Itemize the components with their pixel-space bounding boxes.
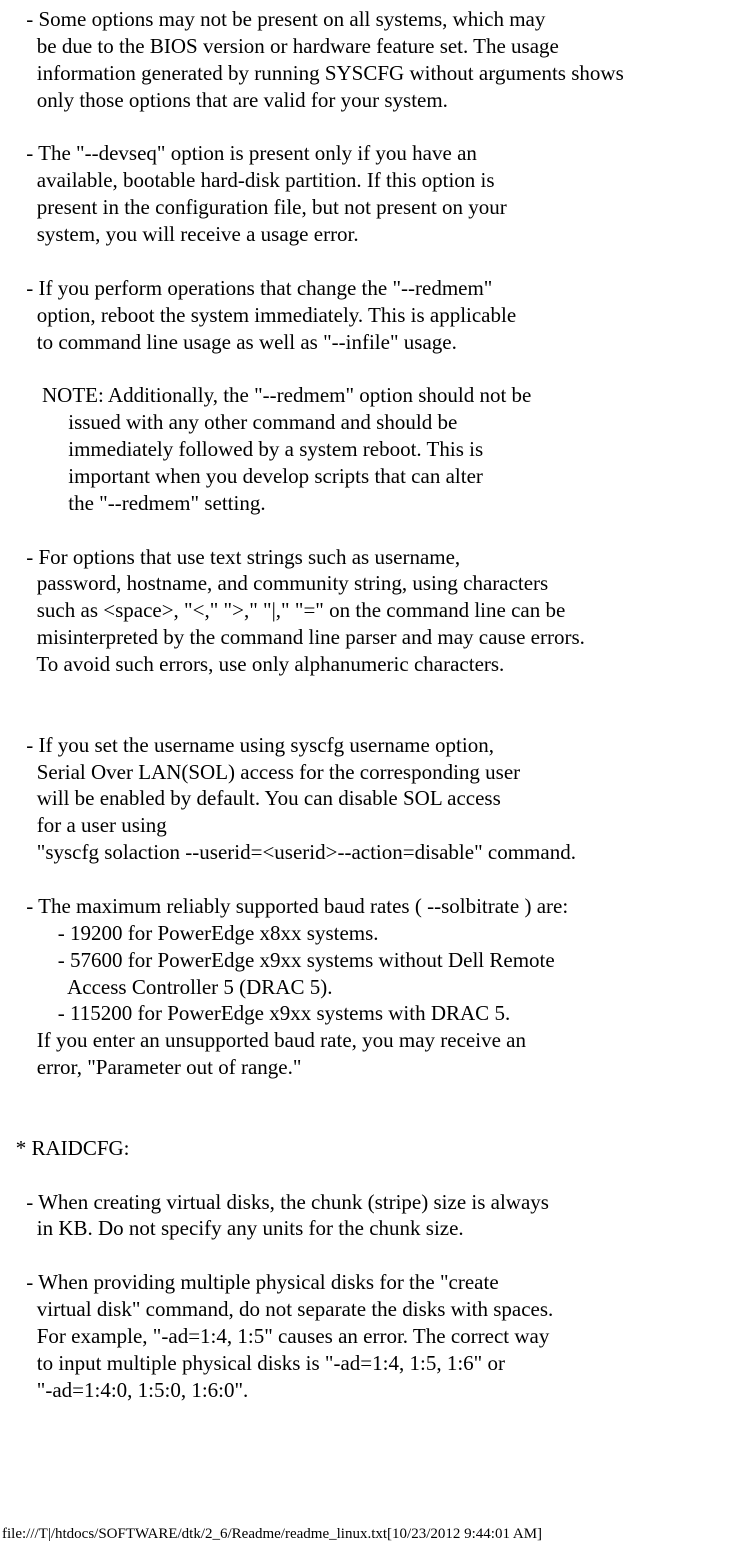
document-page: - Some options may not be present on all… xyxy=(0,0,755,1555)
readme-body: - Some options may not be present on all… xyxy=(0,6,755,1404)
page-footer-path: file:///T|/htdocs/SOFTWARE/dtk/2_6/Readm… xyxy=(2,1526,542,1543)
